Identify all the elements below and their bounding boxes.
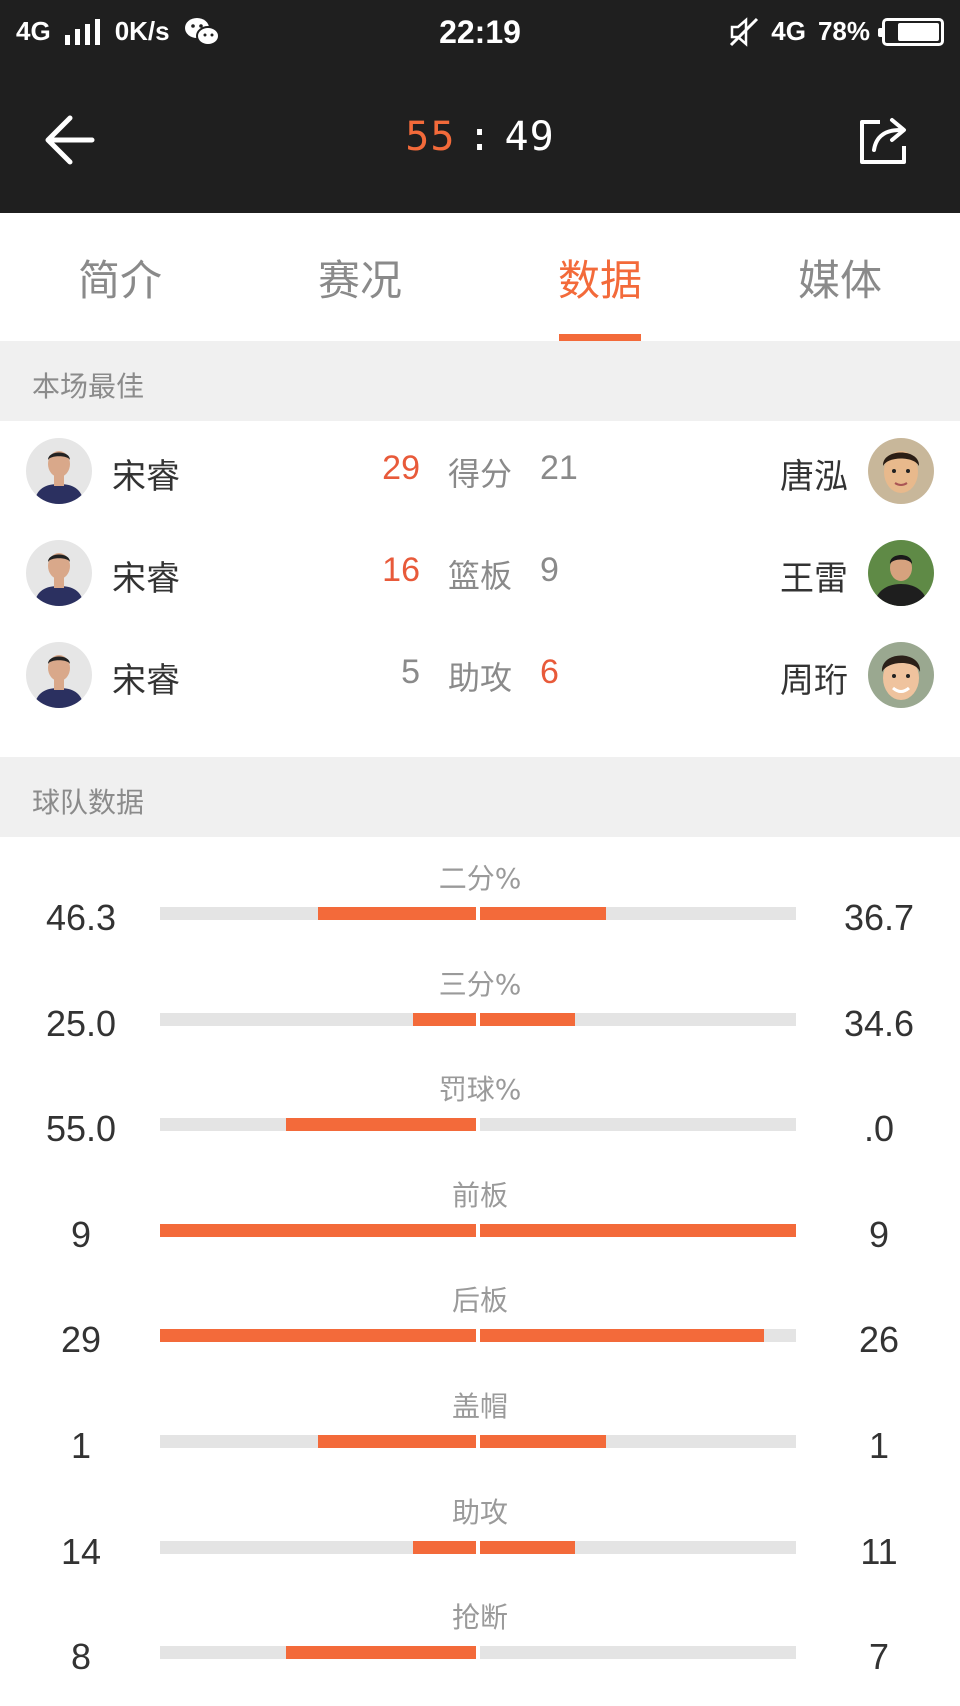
right-player-name[interactable]: 唐泓 bbox=[780, 449, 848, 498]
stat-right-bar-track bbox=[480, 1540, 796, 1554]
stat-left-value: 8 bbox=[70, 1636, 92, 1678]
stat-right-bar-track bbox=[480, 1118, 796, 1132]
stat-left-bar-track bbox=[160, 1540, 476, 1554]
team-stat-row: 三分% 25.0 34.6 bbox=[0, 963, 960, 1069]
best-player-row[interactable]: 宋睿 29 得分 21 唐泓 bbox=[0, 421, 960, 521]
stat-left-bar-fill bbox=[412, 1012, 476, 1026]
right-player-name[interactable]: 王雷 bbox=[780, 551, 848, 600]
stat-right-value: 11 bbox=[860, 1530, 898, 1572]
stat-left-value: 25.0 bbox=[45, 1002, 117, 1044]
score-separator: : bbox=[467, 114, 493, 160]
avatar[interactable] bbox=[868, 642, 934, 708]
team-stat-row: 抢断 8 7 bbox=[0, 1596, 960, 1702]
right-player-value: 9 bbox=[540, 551, 559, 589]
share-icon[interactable] bbox=[856, 110, 916, 170]
stat-right-value: 9 bbox=[868, 1213, 890, 1255]
stat-left-bar-fill bbox=[286, 1118, 476, 1132]
battery-icon bbox=[878, 17, 944, 46]
team-stat-row: 盖帽 1 1 bbox=[0, 1385, 960, 1491]
stat-right-bar-fill bbox=[480, 1223, 796, 1237]
tab-media[interactable]: 媒体 bbox=[720, 213, 960, 341]
stat-right-bar-track bbox=[480, 1646, 796, 1660]
avatar[interactable] bbox=[868, 438, 934, 504]
tab-stats[interactable]: 数据 bbox=[480, 213, 720, 341]
team-stat-row: 罚球% 55.0 .0 bbox=[0, 1068, 960, 1174]
stat-right-value: .0 bbox=[863, 1108, 895, 1150]
nav-bar: 55:49 bbox=[0, 90, 960, 190]
stat-left-bar-track bbox=[160, 1012, 476, 1026]
right-player-value: 21 bbox=[540, 449, 578, 487]
stat-right-bar-fill bbox=[480, 1435, 607, 1448]
status-right: 4G 78% bbox=[729, 16, 944, 47]
stat-left-value: 29 bbox=[60, 1319, 102, 1361]
stat-left-bar-fill bbox=[160, 1223, 476, 1237]
stat-left-value: 46.3 bbox=[45, 897, 117, 938]
stat-left-bar-track bbox=[160, 1223, 476, 1237]
stat-right-bar-fill bbox=[480, 1329, 765, 1343]
stat-right-bar-track bbox=[480, 1223, 796, 1237]
stat-left-value: 55.0 bbox=[45, 1108, 117, 1150]
top-bar: 4G 0K/s 22:19 4G 78% 55: 49 bbox=[0, 0, 960, 213]
right-player-name[interactable]: 周珩 bbox=[780, 653, 848, 702]
network-right-label: 4G bbox=[771, 16, 806, 46]
stat-label: 抢断 bbox=[451, 1601, 508, 1635]
stat-right-bar-fill bbox=[480, 1012, 575, 1026]
stat-right-bar-fill bbox=[480, 1540, 575, 1554]
stat-left-bar-fill bbox=[286, 1646, 476, 1660]
stat-left-bar-track bbox=[160, 1118, 476, 1132]
stat-left-value: 1 bbox=[70, 1425, 92, 1466]
stat-left-bar-fill bbox=[318, 907, 476, 920]
stat-right-value: 1 bbox=[868, 1425, 890, 1466]
stat-right-bar-track bbox=[480, 1329, 796, 1343]
stat-label: 前板 bbox=[451, 1178, 508, 1212]
best-player-row[interactable]: 宋睿 16 篮板 9 王雷 bbox=[0, 523, 960, 623]
stat-label: 罚球% bbox=[438, 1073, 522, 1107]
stat-right-value: 36.7 bbox=[843, 897, 915, 938]
best-player-row[interactable]: 宋睿 5 助攻 6 周珩 bbox=[0, 625, 960, 725]
status-bar: 4G 0K/s 22:19 4G 78% bbox=[0, 0, 960, 70]
right-player-value: 6 bbox=[540, 653, 559, 691]
battery-level bbox=[898, 22, 939, 41]
team-stat-row: 后板 29 26 bbox=[0, 1279, 960, 1385]
stat-right-bar-fill bbox=[480, 907, 607, 920]
stat-label: 二分% bbox=[438, 862, 522, 895]
stat-label: 后板 bbox=[451, 1284, 508, 1318]
stat-right-bar-track bbox=[480, 1012, 796, 1026]
match-score: 55:49 bbox=[0, 114, 960, 160]
stat-label: 盖帽 bbox=[451, 1390, 508, 1423]
away-score: 49 bbox=[504, 114, 555, 160]
stat-left-bar-track bbox=[160, 1329, 476, 1343]
stat-right-bar-track bbox=[480, 1435, 796, 1448]
team-section-title: 球队数据 bbox=[0, 757, 960, 837]
team-stat-row: 助攻 14 11 bbox=[0, 1491, 960, 1597]
tab-intro[interactable]: 简介 bbox=[0, 213, 240, 341]
team-stat-row: 二分% 46.3 36.7 bbox=[0, 857, 960, 963]
stat-left-bar-track bbox=[160, 1646, 476, 1660]
stat-label: 三分% bbox=[438, 967, 522, 1001]
mute-icon bbox=[730, 16, 759, 47]
home-score: 55 bbox=[405, 114, 456, 160]
stat-right-value: 7 bbox=[868, 1636, 890, 1678]
stat-left-value: 14 bbox=[60, 1530, 102, 1572]
stat-label: 助攻 bbox=[451, 1495, 508, 1529]
tab-bar: 简介 赛况 数据 媒体 bbox=[0, 213, 960, 341]
stat-left-bar-track bbox=[160, 1435, 476, 1448]
stat-left-bar-fill bbox=[412, 1540, 476, 1554]
battery-percent: 78% bbox=[817, 16, 870, 46]
stat-left-bar-track bbox=[160, 907, 476, 920]
stat-left-bar-fill bbox=[160, 1329, 476, 1343]
stat-left-value: 9 bbox=[70, 1213, 92, 1255]
stat-right-bar-track bbox=[480, 907, 796, 920]
stat-right-value: 26 bbox=[858, 1319, 900, 1361]
team-stat-row: 前板 9 9 bbox=[0, 1174, 960, 1280]
stat-left-bar-fill bbox=[318, 1435, 476, 1448]
stat-right-value: 34.6 bbox=[843, 1002, 915, 1044]
best-section-title: 本场最佳 bbox=[0, 341, 960, 421]
avatar[interactable] bbox=[868, 540, 934, 606]
tab-live[interactable]: 赛况 bbox=[240, 213, 480, 341]
